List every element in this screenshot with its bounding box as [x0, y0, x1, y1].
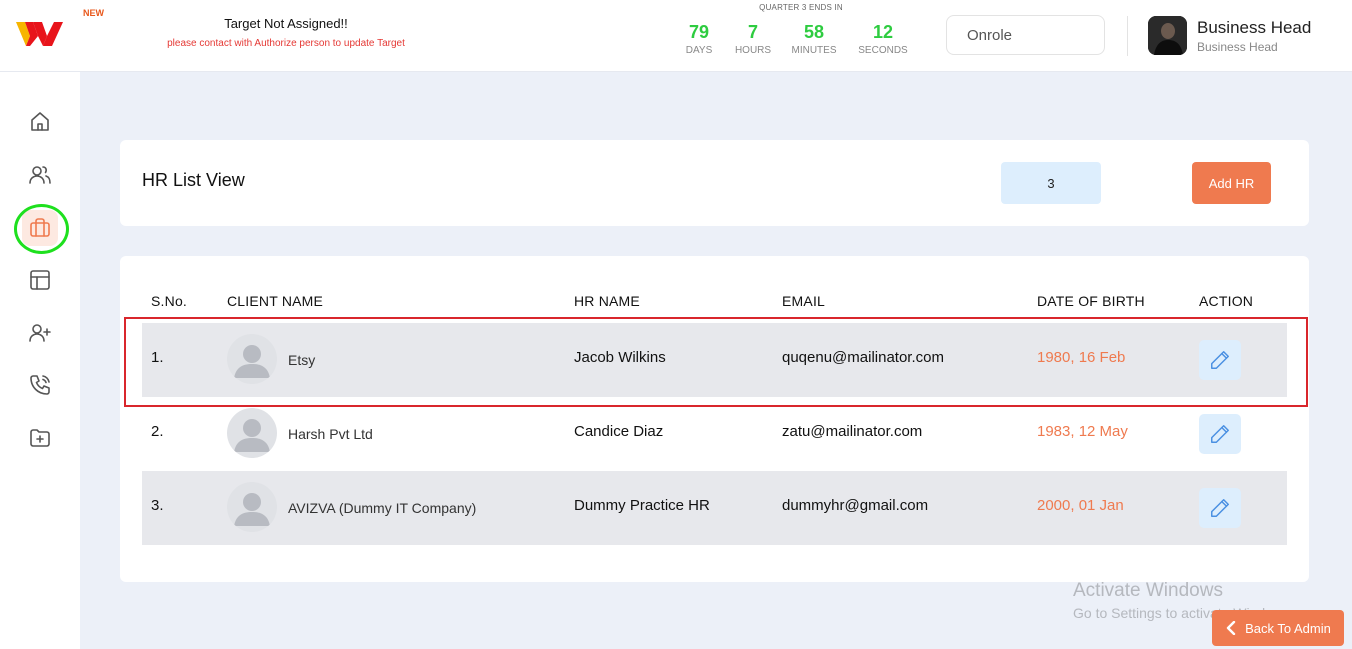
countdown-value: 12	[872, 22, 894, 42]
target-title: Target Not Assigned!!	[224, 16, 348, 31]
table-row[interactable]: 2. Harsh Pvt Ltd Candice Diaz zatu@maili…	[142, 397, 1287, 471]
hr-name: Candice Diaz	[574, 423, 664, 440]
client-avatar-icon	[227, 408, 277, 458]
countdown-label: MINUTES	[791, 45, 837, 56]
countdown-hours: 7 HOURS	[731, 22, 775, 56]
sidebar	[0, 72, 80, 649]
sidebar-item-add-user[interactable]	[22, 315, 58, 351]
logo-badge: NEW	[83, 8, 104, 18]
title-card: HR List View 3 Add HR	[120, 140, 1309, 226]
client-name: AVIZVA (Dummy IT Company)	[288, 500, 477, 516]
brand-logo[interactable]	[16, 18, 64, 50]
sidebar-item-users[interactable]	[22, 157, 58, 193]
table-row[interactable]: 3. AVIZVA (Dummy IT Company) Dummy Pract…	[142, 471, 1287, 545]
countdown-label: SECONDS	[858, 45, 908, 56]
add-hr-button[interactable]: Add HR	[1192, 162, 1271, 204]
hr-email: dummyhr@gmail.com	[782, 497, 929, 514]
column-header-action: ACTION	[1199, 293, 1254, 309]
column-header-hr-name: HR NAME	[574, 293, 640, 309]
top-header: NEW Target Not Assigned!! please contact…	[0, 0, 1352, 72]
target-notice: Target Not Assigned!! please contact wit…	[150, 16, 422, 49]
back-to-admin-button[interactable]: Back To Admin	[1212, 610, 1344, 646]
sidebar-item-layout[interactable]	[22, 262, 58, 298]
hr-dob: 2000, 01 Jan	[1037, 497, 1124, 514]
phone-call-icon	[30, 375, 50, 395]
sidebar-item-home[interactable]	[22, 104, 58, 140]
pencil-icon	[1211, 425, 1229, 443]
countdown-days: 79 DAYS	[682, 22, 716, 56]
user-name: Business Head	[1197, 18, 1312, 37]
page-title: HR List View	[142, 170, 245, 190]
hr-email: zatu@mailinator.com	[782, 423, 923, 440]
column-header-sno: S.No.	[151, 293, 188, 309]
quarter-label: QUARTER 3 ENDS IN	[759, 3, 843, 12]
column-header-dob: DATE OF BIRTH	[1037, 293, 1145, 309]
user-avatar[interactable]	[1148, 16, 1187, 55]
column-header-client: CLIENT NAME	[227, 293, 324, 309]
countdown-seconds: 12 SECONDS	[854, 22, 912, 56]
header-divider	[1127, 16, 1128, 56]
countdown-value: 7	[747, 22, 758, 42]
hr-count-badge: 3	[1001, 162, 1101, 204]
users-icon	[29, 166, 51, 184]
edit-button[interactable]	[1199, 414, 1241, 454]
chevron-left-icon	[1226, 621, 1236, 635]
back-to-admin-label: Back To Admin	[1245, 620, 1331, 636]
countdown-minutes: 58 MINUTES	[790, 22, 838, 56]
target-message: please contact with Authorize person to …	[167, 38, 405, 49]
row-sno: 3.	[151, 497, 164, 514]
user-role: Business Head	[1197, 40, 1278, 54]
countdown-label: HOURS	[734, 45, 772, 56]
countdown-label: DAYS	[685, 45, 713, 56]
user-plus-icon	[29, 324, 51, 342]
countdown-value: 79	[688, 22, 710, 42]
folder-plus-icon	[30, 429, 50, 447]
client-avatar-icon	[227, 482, 277, 532]
hr-table: S.No. CLIENT NAME HR NAME EMAIL DATE OF …	[120, 256, 1309, 582]
row-sno: 2.	[151, 423, 164, 440]
row-highlight-annotation	[124, 317, 1308, 407]
home-icon	[31, 112, 49, 131]
layout-icon	[30, 270, 50, 290]
column-header-email: EMAIL	[782, 293, 826, 309]
role-select[interactable]: Onrole	[946, 15, 1105, 55]
hr-dob: 1983, 12 May	[1037, 423, 1128, 440]
hr-name: Dummy Practice HR	[574, 497, 710, 514]
sidebar-item-calls[interactable]	[22, 367, 58, 403]
activate-windows-title: Activate Windows	[1073, 580, 1223, 601]
pencil-icon	[1211, 499, 1229, 517]
annotation-ring	[14, 204, 69, 254]
countdown-value: 58	[803, 22, 825, 42]
edit-button[interactable]	[1199, 488, 1241, 528]
client-name: Harsh Pvt Ltd	[288, 426, 373, 442]
sidebar-item-folder[interactable]	[22, 420, 58, 456]
